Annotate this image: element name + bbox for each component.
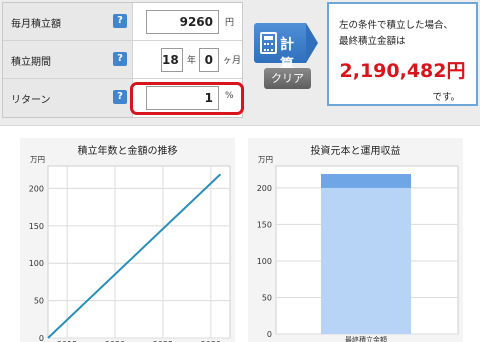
- help-icon-monthly[interactable]: ?: [113, 14, 127, 28]
- bar-chart-y-tick: 50: [262, 293, 272, 302]
- line-chart-y-tick: 150: [29, 222, 44, 231]
- bar-chart-y-tick: 0: [267, 330, 272, 339]
- bar-chart-y-tick: 100: [257, 257, 272, 266]
- line-chart-y-tick: 200: [29, 184, 44, 193]
- bar-chart-category-label: 最終積立金額: [345, 335, 387, 342]
- line-chart-y-tick: 0: [39, 334, 44, 342]
- bar-chart-y-tick: 200: [257, 184, 272, 193]
- months-unit: ヶ月: [223, 56, 242, 66]
- bar-return: [321, 174, 411, 188]
- line-chart-y-tick: 100: [29, 259, 44, 268]
- chart-panel: 積立年数と金額の推移 万円 05010015020020152020202520…: [0, 125, 480, 342]
- monthly-amount-unit: 円: [225, 18, 235, 28]
- bar-principal: [321, 187, 411, 334]
- result-box: 左の条件で積立した場合、 最終積立金額は 2,190,482円 です。: [327, 2, 478, 106]
- calculator-icon: [260, 32, 277, 54]
- clear-button[interactable]: クリア: [264, 68, 311, 89]
- years-unit: 年: [187, 56, 197, 66]
- monthly-amount-label-cell: 毎月積立額 ?: [3, 3, 133, 40]
- result-text-1: 左の条件で積立した場合、: [339, 20, 454, 31]
- monthly-amount-input[interactable]: 9260: [146, 10, 219, 34]
- line-chart-box: 積立年数と金額の推移 万円 05010015020020152020202520…: [20, 138, 235, 342]
- return-label-cell: リターン ?: [3, 79, 133, 117]
- period-label: 積立期間: [11, 57, 51, 68]
- arrow-right-icon: [306, 23, 318, 63]
- months-input[interactable]: 0: [199, 48, 219, 72]
- result-text-3: です。: [432, 92, 460, 103]
- help-icon-period[interactable]: ?: [113, 52, 127, 66]
- result-amount: 2,190,482円: [339, 60, 466, 82]
- calculate-button-body: 計算: [254, 23, 306, 73]
- line-chart: 0501001502002015202020252030: [29, 165, 231, 342]
- bar-chart-y-tick: 150: [257, 220, 272, 229]
- monthly-amount-row: 毎月積立額 ? 9260 円: [3, 3, 242, 41]
- calculate-button[interactable]: 計算: [254, 23, 318, 73]
- bar-chart-box: 投資元本と運用収益 万円 0 50 100 150 200 最終積立金額: [248, 138, 463, 342]
- monthly-amount-label: 毎月積立額: [11, 19, 61, 30]
- result-text-2: 最終積立金額は: [339, 36, 406, 47]
- help-icon-return[interactable]: ?: [113, 90, 127, 104]
- period-row: 積立期間 ? 18 年 0 ヶ月: [3, 41, 242, 79]
- years-input[interactable]: 18: [161, 48, 183, 72]
- return-label: リターン: [11, 95, 51, 106]
- return-input-highlight: [130, 82, 244, 115]
- period-label-cell: 積立期間 ?: [3, 41, 133, 78]
- line-chart-y-tick: 50: [34, 297, 44, 306]
- bar-chart: 0 50 100 150 200 最終積立金額: [257, 165, 459, 342]
